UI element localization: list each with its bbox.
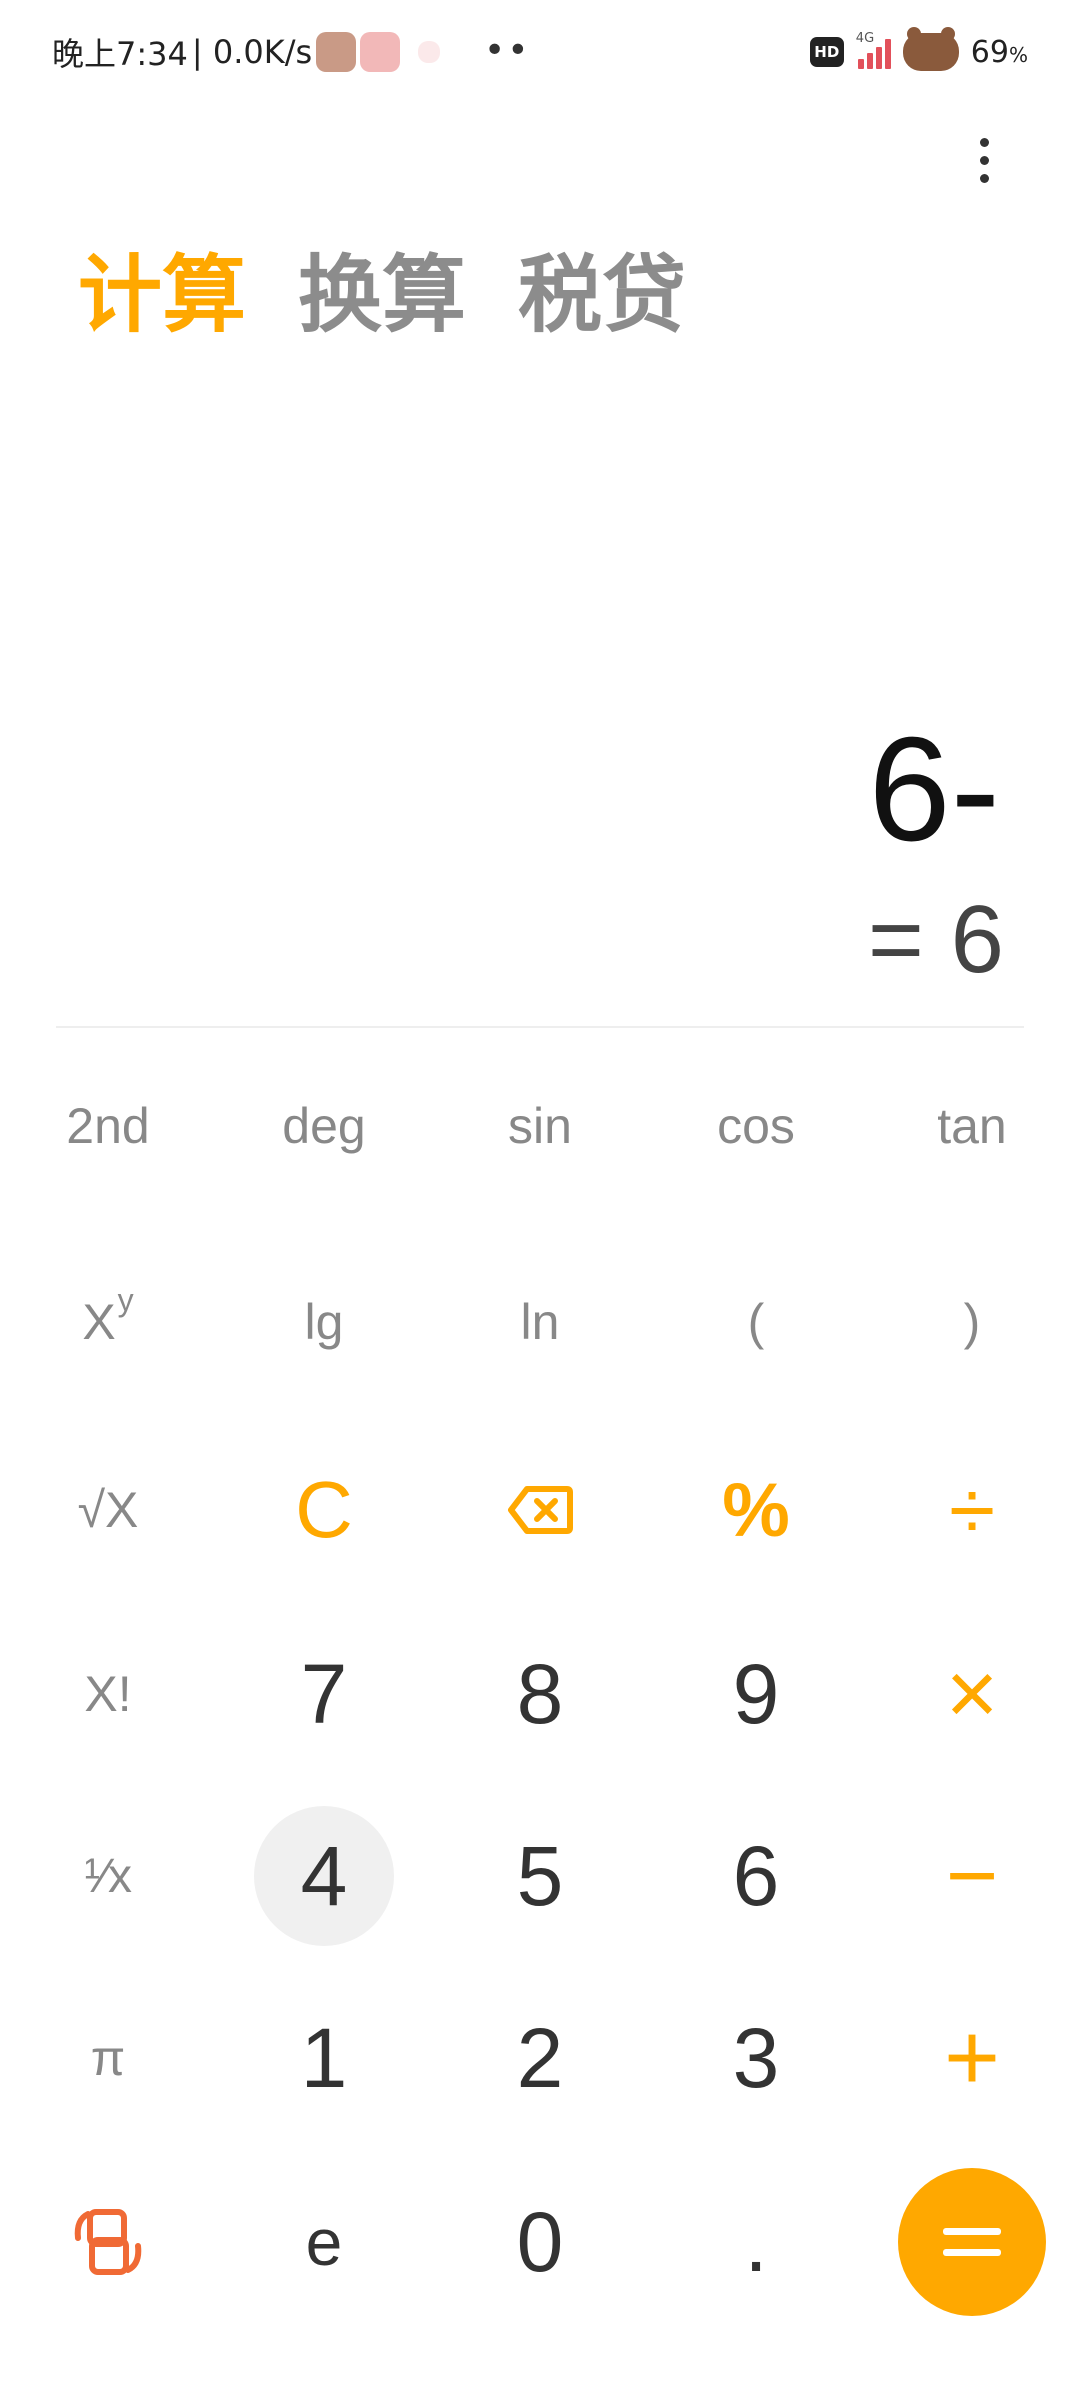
switch-icon [74, 2209, 142, 2275]
factorial-button[interactable]: X! [38, 1624, 178, 1764]
cos-button[interactable]: cos [686, 1056, 826, 1196]
backspace-button[interactable] [470, 1440, 610, 1580]
equals-button[interactable] [898, 2168, 1046, 2316]
notification-small-icon [418, 41, 441, 63]
multiply-button[interactable]: × [902, 1624, 1042, 1764]
ln-button[interactable]: ln [470, 1252, 610, 1392]
tan-button[interactable]: tan [902, 1056, 1042, 1196]
left-paren-button[interactable]: ( [686, 1252, 826, 1392]
backspace-icon [508, 1486, 573, 1534]
divide-button[interactable]: ÷ [902, 1440, 1042, 1580]
sin-button[interactable]: sin [470, 1056, 610, 1196]
digit-9-button[interactable]: 9 [686, 1624, 826, 1764]
more-notifications-dots: •• [484, 30, 531, 71]
sqrt-button[interactable]: √X [38, 1440, 178, 1580]
network-type: 4G [855, 31, 875, 46]
tab-calculate[interactable]: 计算 [78, 240, 246, 350]
calculator-screen: 晚上7:34 | 0.0K/s •• HD 4G 69% 计算 换算 税贷 6-… [0, 0, 1080, 2400]
reciprocal-button[interactable]: ¹⁄x [38, 1806, 178, 1946]
percent-button[interactable]: % [686, 1440, 826, 1580]
second-function-button[interactable]: 2nd [38, 1056, 178, 1196]
digit-6-button[interactable]: 6 [686, 1806, 826, 1946]
more-options-button[interactable] [952, 128, 1016, 192]
decimal-point-button[interactable]: . [686, 2172, 826, 2312]
plus-button[interactable]: + [902, 1988, 1042, 2128]
digit-2-button[interactable]: 2 [470, 1988, 610, 2128]
signal-icon: 4G [856, 31, 891, 69]
digit-8-button[interactable]: 8 [470, 1624, 610, 1764]
status-right: HD 4G 69% [809, 27, 1028, 74]
menu-dot-icon [979, 173, 989, 183]
result-display: = 6 [867, 886, 1004, 993]
switch-mode-button[interactable] [38, 2172, 178, 2312]
digit-3-button[interactable]: 3 [686, 1988, 826, 2128]
tab-convert[interactable]: 换算 [298, 240, 466, 350]
status-bar: 晚上7:34 | 0.0K/s •• HD 4G 69% [0, 0, 1080, 104]
status-net-speed: | 0.0K/s [191, 33, 313, 71]
digit-0-button[interactable]: 0 [470, 2172, 610, 2312]
equals-icon [943, 2228, 1001, 2256]
pi-button[interactable]: π [38, 1988, 178, 2128]
divider [56, 1026, 1024, 1028]
euler-e-button[interactable]: e [254, 2172, 394, 2312]
mode-tabs: 计算 换算 税贷 [78, 240, 686, 350]
notification-sticker-icon [316, 32, 357, 72]
menu-dot-icon [979, 155, 989, 165]
clear-button[interactable]: C [254, 1440, 394, 1580]
digit-4-button[interactable]: 4 [254, 1806, 394, 1946]
lg-button[interactable]: lg [254, 1252, 394, 1392]
hd-badge: HD [809, 37, 844, 67]
digit-5-button[interactable]: 5 [470, 1806, 610, 1946]
battery-bear-icon [902, 27, 959, 71]
status-time: 晚上7:34 [52, 35, 188, 73]
tab-tax-loan[interactable]: 税贷 [518, 240, 686, 350]
battery-level: 69% [970, 34, 1028, 70]
digit-1-button[interactable]: 1 [254, 1988, 394, 2128]
minus-button[interactable]: − [902, 1806, 1042, 1946]
digit-7-button[interactable]: 7 [254, 1624, 394, 1764]
status-left: 晚上7:34 | 0.0K/s [52, 30, 441, 74]
deg-button[interactable]: deg [254, 1056, 394, 1196]
power-exponent-label: y [117, 1281, 134, 1318]
power-base-label: X [82, 1294, 116, 1350]
right-paren-button[interactable]: ) [902, 1252, 1042, 1392]
notification-pig-icon [360, 32, 401, 72]
expression-display: 6- [868, 707, 1000, 872]
power-button[interactable]: Xy [38, 1252, 178, 1392]
menu-dot-icon [979, 137, 989, 147]
